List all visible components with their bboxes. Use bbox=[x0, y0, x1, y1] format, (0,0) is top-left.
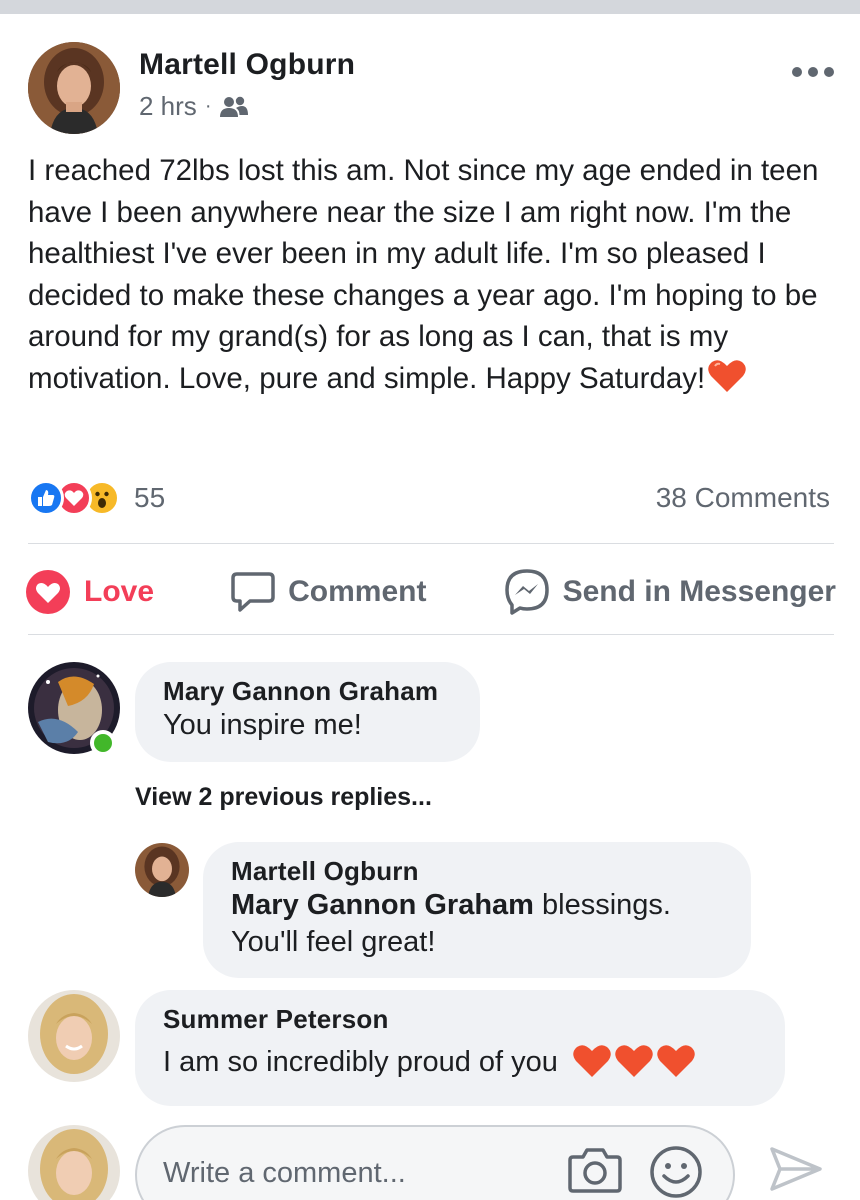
more-dot bbox=[792, 67, 802, 77]
more-dot bbox=[824, 67, 834, 77]
meta-separator: · bbox=[204, 95, 212, 117]
comment-author[interactable]: Summer Peterson bbox=[163, 1004, 757, 1035]
online-status-indicator bbox=[90, 730, 116, 756]
comment-composer bbox=[135, 1125, 735, 1200]
post-body-text: I reached 72lbs lost this am. Not since … bbox=[28, 154, 819, 395]
comment-bubble: Summer Peterson I am so incredibly proud… bbox=[135, 990, 785, 1106]
comment-bubble: Mary Gannon Graham You inspire me! bbox=[135, 662, 480, 762]
reply-text-line2: You'll feel great! bbox=[231, 926, 436, 958]
emoji-icon[interactable] bbox=[649, 1145, 703, 1199]
heart-emoji-icon bbox=[707, 358, 747, 406]
reply-text-part1: blessings. bbox=[533, 889, 671, 921]
comment-input[interactable] bbox=[163, 1151, 563, 1195]
comments-count-link[interactable]: 38 Comments bbox=[656, 482, 830, 514]
send-icon[interactable] bbox=[768, 1145, 824, 1193]
messenger-icon bbox=[504, 569, 549, 615]
love-button[interactable]: Love bbox=[24, 568, 154, 616]
send-in-messenger-button[interactable]: Send in Messenger bbox=[503, 568, 836, 616]
reply-text: Mary Gannon Graham blessings. bbox=[231, 887, 723, 924]
divider bbox=[28, 634, 834, 635]
comment-text-content: I am so incredibly proud of you bbox=[163, 1046, 558, 1078]
reply-author-avatar[interactable] bbox=[135, 843, 189, 897]
reply-author[interactable]: Martell Ogburn bbox=[231, 856, 723, 887]
reply-bubble: Martell Ogburn Mary Gannon Graham blessi… bbox=[203, 842, 751, 978]
current-user-avatar bbox=[28, 1125, 120, 1200]
more-options-icon[interactable] bbox=[792, 62, 834, 82]
post-meta: 2 hrs · bbox=[139, 91, 249, 122]
comment-text: I am so incredibly proud of you bbox=[163, 1043, 757, 1081]
messenger-label: Send in Messenger bbox=[562, 575, 836, 608]
post-actions: Love Comment Send in Messenger bbox=[24, 562, 836, 622]
reply-mention[interactable]: Mary Gannon Graham bbox=[231, 889, 534, 921]
heart-emoji-icon bbox=[615, 1045, 653, 1077]
comment-text: You inspire me! bbox=[163, 709, 362, 741]
comment-author[interactable]: Mary Gannon Graham bbox=[163, 676, 452, 707]
post-body: I reached 72lbs lost this am. Not since … bbox=[28, 150, 838, 405]
love-label: Love bbox=[84, 575, 155, 608]
more-dot bbox=[808, 67, 818, 77]
camera-icon[interactable] bbox=[567, 1145, 623, 1195]
like-reaction-icon bbox=[28, 480, 64, 516]
top-separator-strip bbox=[0, 0, 860, 14]
love-icon bbox=[26, 570, 70, 614]
reaction-count: 55 bbox=[134, 482, 166, 513]
comment-icon bbox=[231, 572, 275, 612]
post-time[interactable]: 2 hrs bbox=[139, 91, 197, 122]
divider bbox=[28, 543, 834, 544]
heart-emoji-icon bbox=[573, 1045, 611, 1077]
friends-icon[interactable] bbox=[219, 95, 249, 119]
author-name[interactable]: Martell Ogburn bbox=[139, 48, 355, 82]
reaction-summary[interactable]: 55 bbox=[28, 480, 165, 516]
view-previous-replies-link[interactable]: View 2 previous replies... bbox=[135, 783, 432, 812]
comment-label: Comment bbox=[288, 575, 427, 608]
commenter-avatar[interactable] bbox=[28, 990, 120, 1082]
comment-button[interactable]: Comment bbox=[230, 570, 426, 614]
heart-emoji-icon bbox=[657, 1045, 695, 1077]
author-avatar[interactable] bbox=[28, 42, 120, 134]
